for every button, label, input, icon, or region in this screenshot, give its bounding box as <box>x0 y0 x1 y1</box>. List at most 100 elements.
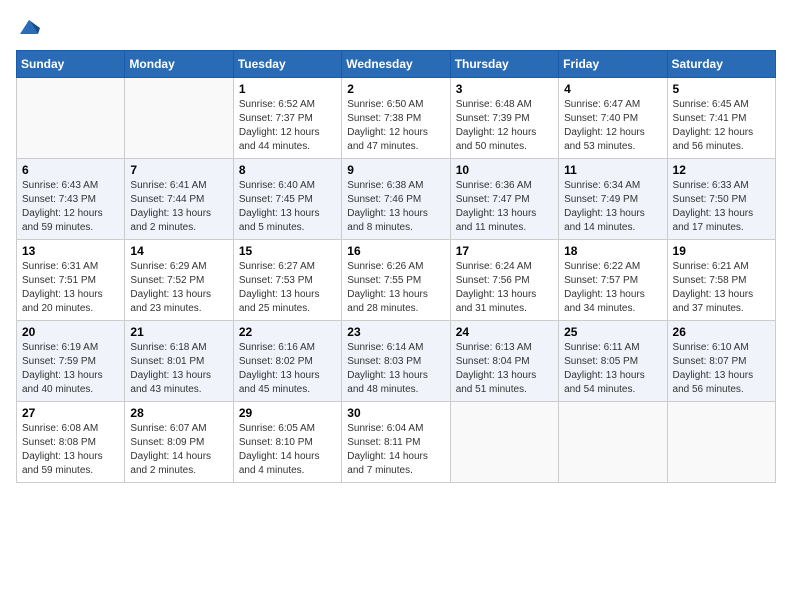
day-number: 7 <box>130 163 227 177</box>
day-number: 30 <box>347 406 444 420</box>
calendar-week-row: 6Sunrise: 6:43 AM Sunset: 7:43 PM Daylig… <box>17 159 776 240</box>
day-info: Sunrise: 6:31 AM Sunset: 7:51 PM Dayligh… <box>22 260 119 316</box>
day-number: 18 <box>564 244 661 258</box>
day-info: Sunrise: 6:13 AM Sunset: 8:04 PM Dayligh… <box>456 341 553 397</box>
calendar-cell: 9Sunrise: 6:38 AM Sunset: 7:46 PM Daylig… <box>342 159 450 240</box>
day-number: 8 <box>239 163 336 177</box>
day-info: Sunrise: 6:47 AM Sunset: 7:40 PM Dayligh… <box>564 98 661 154</box>
calendar-cell: 19 Sunrise: 6:21 AM Sunset: 7:58 PM Dayli… <box>667 240 775 321</box>
day-number: 29 <box>239 406 336 420</box>
calendar-cell <box>559 402 667 483</box>
calendar-cell: 5Sunrise: 6:45 AM Sunset: 7:41 PM Daylig… <box>667 78 775 159</box>
day-info: Sunrise: 6:07 AM Sunset: 8:09 PM Dayligh… <box>130 422 227 478</box>
calendar-cell: 20 Sunrise: 6:19 AM Sunset: 7:59 PM Dayli… <box>17 321 125 402</box>
calendar-cell: 6Sunrise: 6:43 AM Sunset: 7:43 PM Daylig… <box>17 159 125 240</box>
day-number: 10 <box>456 163 553 177</box>
day-number: 26 <box>673 325 770 339</box>
calendar-week-row: 1 Sunrise: 6:52 AM Sunset: 7:37 PM Daylig… <box>17 78 776 159</box>
day-info: Sunrise: 6:45 AM Sunset: 7:41 PM Dayligh… <box>673 98 770 154</box>
page-header <box>16 16 776 38</box>
header-day-monday: Monday <box>125 51 233 78</box>
day-info: Sunrise: 6:41 AM Sunset: 7:44 PM Dayligh… <box>130 179 227 235</box>
calendar-week-row: 20 Sunrise: 6:19 AM Sunset: 7:59 PM Dayli… <box>17 321 776 402</box>
day-info: Sunrise: 6:11 AM Sunset: 8:05 PM Dayligh… <box>564 341 661 397</box>
day-info: Sunrise: 6:21 AM Sunset: 7:58 PM Dayligh… <box>673 260 770 316</box>
day-info: Sunrise: 6:34 AM Sunset: 7:49 PM Dayligh… <box>564 179 661 235</box>
calendar-cell: 28 Sunrise: 6:07 AM Sunset: 8:09 PM Dayli… <box>125 402 233 483</box>
calendar-week-row: 13 Sunrise: 6:31 AM Sunset: 7:51 PM Dayli… <box>17 240 776 321</box>
day-info: Sunrise: 6:52 AM Sunset: 7:37 PM Dayligh… <box>239 98 336 154</box>
day-number: 4 <box>564 82 661 96</box>
calendar-cell: 7 Sunrise: 6:41 AM Sunset: 7:44 PM Daylig… <box>125 159 233 240</box>
calendar-cell: 14 Sunrise: 6:29 AM Sunset: 7:52 PM Dayli… <box>125 240 233 321</box>
logo <box>16 16 40 38</box>
day-number: 11 <box>564 163 661 177</box>
calendar-cell: 30 Sunrise: 6:04 AM Sunset: 8:11 PM Dayli… <box>342 402 450 483</box>
day-number: 20 <box>22 325 119 339</box>
day-info: Sunrise: 6:50 AM Sunset: 7:38 PM Dayligh… <box>347 98 444 154</box>
day-number: 9 <box>347 163 444 177</box>
day-info: Sunrise: 6:29 AM Sunset: 7:52 PM Dayligh… <box>130 260 227 316</box>
calendar-cell: 29 Sunrise: 6:05 AM Sunset: 8:10 PM Dayli… <box>233 402 341 483</box>
logo-icon <box>18 16 40 38</box>
calendar-cell: 2 Sunrise: 6:50 AM Sunset: 7:38 PM Daylig… <box>342 78 450 159</box>
day-number: 24 <box>456 325 553 339</box>
calendar-cell: 4 Sunrise: 6:47 AM Sunset: 7:40 PM Daylig… <box>559 78 667 159</box>
day-number: 19 <box>673 244 770 258</box>
day-number: 25 <box>564 325 661 339</box>
day-info: Sunrise: 6:04 AM Sunset: 8:11 PM Dayligh… <box>347 422 444 478</box>
day-number: 28 <box>130 406 227 420</box>
calendar-cell: 27Sunrise: 6:08 AM Sunset: 8:08 PM Dayli… <box>17 402 125 483</box>
day-info: Sunrise: 6:36 AM Sunset: 7:47 PM Dayligh… <box>456 179 553 235</box>
day-info: Sunrise: 6:40 AM Sunset: 7:45 PM Dayligh… <box>239 179 336 235</box>
day-number: 22 <box>239 325 336 339</box>
day-info: Sunrise: 6:26 AM Sunset: 7:55 PM Dayligh… <box>347 260 444 316</box>
calendar-cell: 26 Sunrise: 6:10 AM Sunset: 8:07 PM Dayli… <box>667 321 775 402</box>
day-info: Sunrise: 6:19 AM Sunset: 7:59 PM Dayligh… <box>22 341 119 397</box>
calendar-cell: 15 Sunrise: 6:27 AM Sunset: 7:53 PM Dayli… <box>233 240 341 321</box>
calendar-header-row: SundayMondayTuesdayWednesdayThursdayFrid… <box>17 51 776 78</box>
calendar-cell: 13 Sunrise: 6:31 AM Sunset: 7:51 PM Dayli… <box>17 240 125 321</box>
day-info: Sunrise: 6:05 AM Sunset: 8:10 PM Dayligh… <box>239 422 336 478</box>
calendar-cell <box>450 402 558 483</box>
calendar-cell: 11 Sunrise: 6:34 AM Sunset: 7:49 PM Dayli… <box>559 159 667 240</box>
header-day-wednesday: Wednesday <box>342 51 450 78</box>
day-number: 12 <box>673 163 770 177</box>
calendar-body: 1 Sunrise: 6:52 AM Sunset: 7:37 PM Daylig… <box>17 78 776 483</box>
calendar-cell <box>125 78 233 159</box>
header-day-thursday: Thursday <box>450 51 558 78</box>
day-number: 13 <box>22 244 119 258</box>
calendar-cell <box>17 78 125 159</box>
calendar-cell: 24 Sunrise: 6:13 AM Sunset: 8:04 PM Dayli… <box>450 321 558 402</box>
day-number: 27 <box>22 406 119 420</box>
header-day-sunday: Sunday <box>17 51 125 78</box>
day-info: Sunrise: 6:24 AM Sunset: 7:56 PM Dayligh… <box>456 260 553 316</box>
calendar-table: SundayMondayTuesdayWednesdayThursdayFrid… <box>16 50 776 483</box>
day-info: Sunrise: 6:14 AM Sunset: 8:03 PM Dayligh… <box>347 341 444 397</box>
day-info: Sunrise: 6:10 AM Sunset: 8:07 PM Dayligh… <box>673 341 770 397</box>
calendar-cell: 10 Sunrise: 6:36 AM Sunset: 7:47 PM Dayli… <box>450 159 558 240</box>
day-info: Sunrise: 6:16 AM Sunset: 8:02 PM Dayligh… <box>239 341 336 397</box>
calendar-cell: 23Sunrise: 6:14 AM Sunset: 8:03 PM Dayli… <box>342 321 450 402</box>
day-number: 6 <box>22 163 119 177</box>
calendar-cell: 22 Sunrise: 6:16 AM Sunset: 8:02 PM Dayli… <box>233 321 341 402</box>
day-number: 14 <box>130 244 227 258</box>
calendar-cell: 3 Sunrise: 6:48 AM Sunset: 7:39 PM Daylig… <box>450 78 558 159</box>
day-info: Sunrise: 6:18 AM Sunset: 8:01 PM Dayligh… <box>130 341 227 397</box>
header-day-saturday: Saturday <box>667 51 775 78</box>
day-number: 21 <box>130 325 227 339</box>
calendar-cell: 21 Sunrise: 6:18 AM Sunset: 8:01 PM Dayli… <box>125 321 233 402</box>
calendar-cell: 18 Sunrise: 6:22 AM Sunset: 7:57 PM Dayli… <box>559 240 667 321</box>
day-info: Sunrise: 6:22 AM Sunset: 7:57 PM Dayligh… <box>564 260 661 316</box>
calendar-week-row: 27Sunrise: 6:08 AM Sunset: 8:08 PM Dayli… <box>17 402 776 483</box>
day-number: 15 <box>239 244 336 258</box>
day-number: 17 <box>456 244 553 258</box>
day-number: 2 <box>347 82 444 96</box>
day-number: 1 <box>239 82 336 96</box>
calendar-cell: 17 Sunrise: 6:24 AM Sunset: 7:56 PM Dayli… <box>450 240 558 321</box>
day-number: 3 <box>456 82 553 96</box>
day-info: Sunrise: 6:33 AM Sunset: 7:50 PM Dayligh… <box>673 179 770 235</box>
day-info: Sunrise: 6:48 AM Sunset: 7:39 PM Dayligh… <box>456 98 553 154</box>
calendar-cell: 25 Sunrise: 6:11 AM Sunset: 8:05 PM Dayli… <box>559 321 667 402</box>
day-info: Sunrise: 6:27 AM Sunset: 7:53 PM Dayligh… <box>239 260 336 316</box>
